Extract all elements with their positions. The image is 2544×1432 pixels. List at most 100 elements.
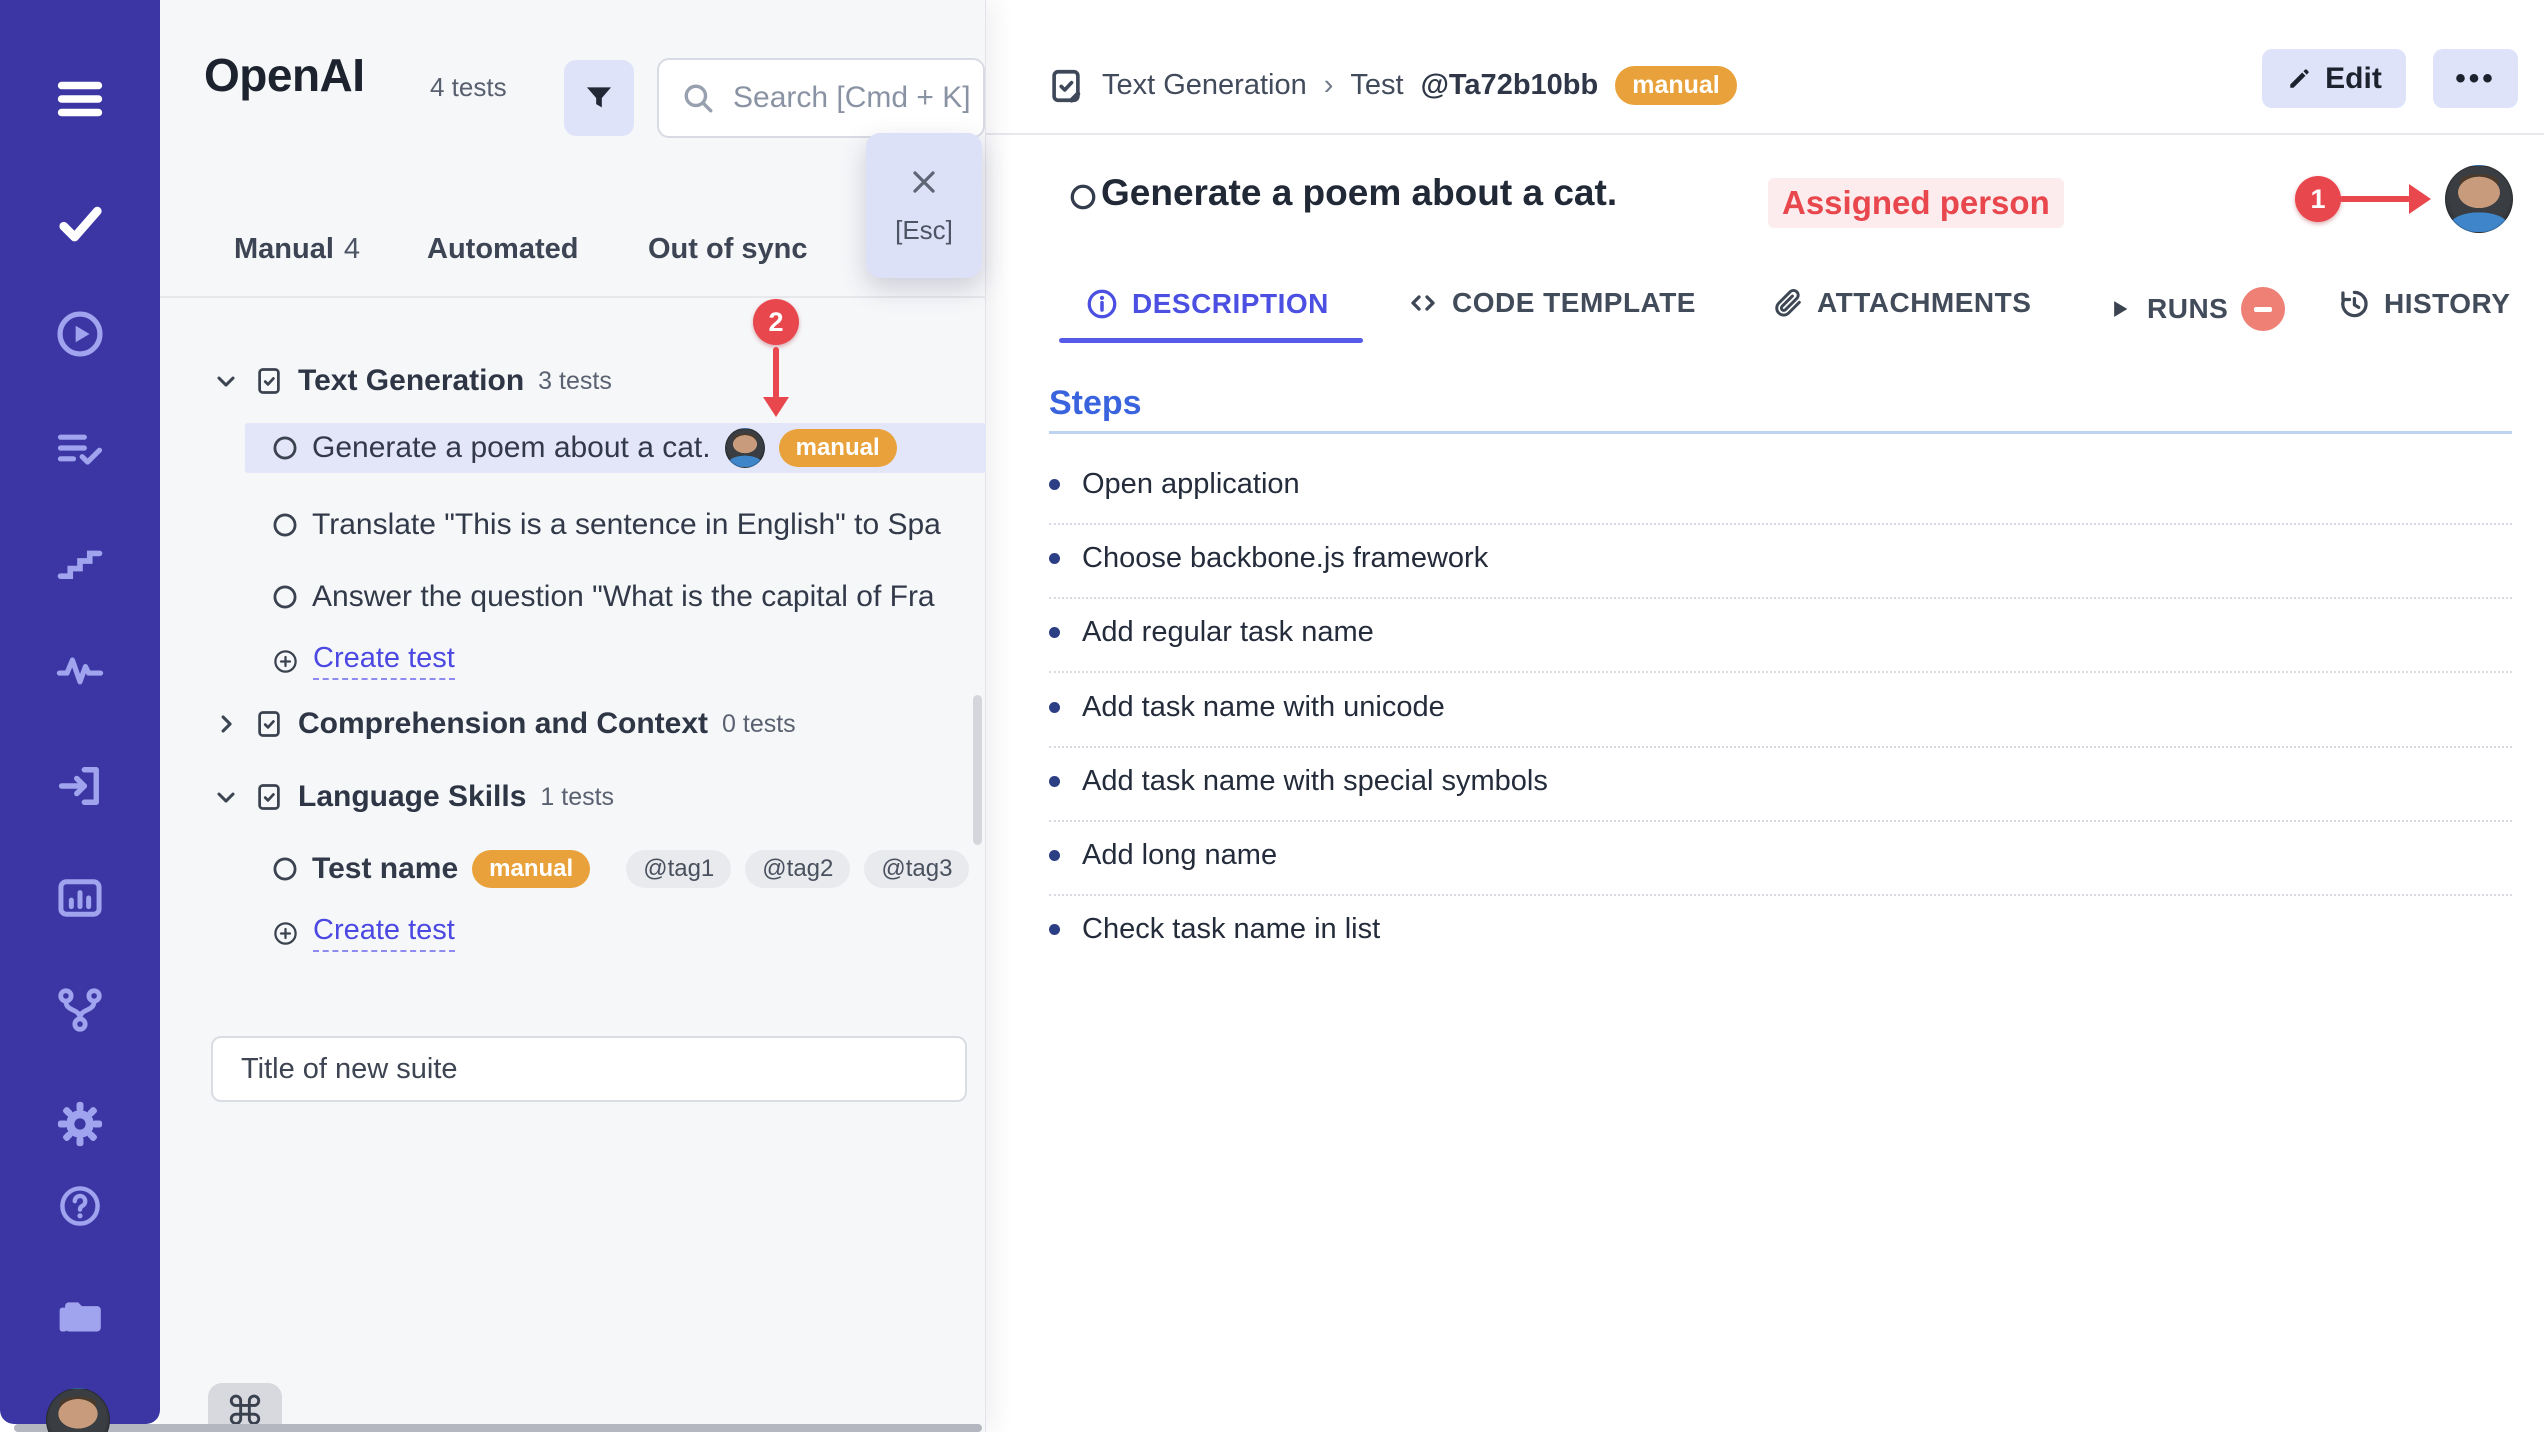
play-icon xyxy=(2106,295,2134,323)
step-bullet-icon xyxy=(1049,776,1060,787)
chevron-down-icon[interactable] xyxy=(212,783,240,811)
annotation-arrow-2-stem xyxy=(773,347,779,399)
edit-button[interactable]: Edit xyxy=(2262,49,2406,108)
tab-runs[interactable]: RUNS xyxy=(2106,287,2285,331)
close-search-tooltip[interactable]: [Esc] xyxy=(866,133,982,278)
breadcrumb-test-id[interactable]: @Ta72b10bb xyxy=(1421,69,1599,102)
test-row-answer[interactable]: Answer the question "What is the capital… xyxy=(272,572,986,622)
chevron-right-icon[interactable] xyxy=(212,710,240,738)
tab-out-of-sync-label: Out of sync xyxy=(648,233,808,266)
new-suite-title-input[interactable]: Title of new suite xyxy=(211,1036,967,1102)
step-separator xyxy=(1049,671,2512,673)
tests-check-icon[interactable] xyxy=(52,195,108,251)
create-test-link[interactable]: Create test xyxy=(313,914,455,952)
play-circle-icon[interactable] xyxy=(52,306,108,362)
step-text: Add long name xyxy=(1082,839,1277,872)
step-text: Add task name with special symbols xyxy=(1082,765,1548,798)
suite-doc-icon xyxy=(254,709,284,739)
annotation-marker-1: 1 xyxy=(2295,176,2341,222)
annotation-arrow-1-stem xyxy=(2339,196,2411,202)
more-options-button[interactable]: ••• xyxy=(2433,49,2518,108)
steps-heading: Steps xyxy=(1049,384,1142,423)
tab-out-of-sync[interactable]: Out of sync xyxy=(648,233,808,266)
step-bullet-icon xyxy=(1049,702,1060,713)
tab-attachments[interactable]: ATTACHMENTS xyxy=(1772,287,2031,319)
breadcrumb-separator: › xyxy=(1324,69,1334,102)
folder-icon[interactable] xyxy=(52,1287,108,1343)
assigned-person-annotation: Assigned person xyxy=(1768,178,2064,228)
annotation-marker-2: 2 xyxy=(753,299,799,345)
help-icon[interactable] xyxy=(52,1178,108,1234)
test-row-translate[interactable]: Translate "This is a sentence in English… xyxy=(272,500,986,550)
search-placeholder: Search [Cmd + K] xyxy=(733,81,971,115)
step-text: Add task name with unicode xyxy=(1082,691,1445,724)
breadcrumb: Text Generation › Test @Ta72b10bb manual xyxy=(1047,66,1737,105)
info-icon xyxy=(1085,287,1119,321)
tag-pill[interactable]: @tag2 xyxy=(745,850,850,888)
suite-doc-icon xyxy=(254,366,284,396)
filter-button[interactable] xyxy=(564,60,634,136)
breadcrumb-suite[interactable]: Text Generation xyxy=(1102,69,1307,102)
annotation-arrow-2-head xyxy=(763,397,789,417)
filter-funnel-icon xyxy=(582,81,616,115)
search-input[interactable]: Search [Cmd + K] xyxy=(657,58,985,138)
step-item[interactable]: Add long name xyxy=(1049,839,1277,872)
breadcrumb-test-label: Test xyxy=(1350,69,1403,102)
sign-in-icon[interactable] xyxy=(52,758,108,814)
menu-icon[interactable] xyxy=(52,71,108,127)
settings-gear-icon[interactable] xyxy=(52,1096,108,1152)
tab-history[interactable]: HISTORY xyxy=(2337,287,2510,321)
activity-pulse-icon[interactable] xyxy=(52,644,108,700)
step-item[interactable]: Add regular task name xyxy=(1049,616,1374,649)
project-title: OpenAI xyxy=(204,48,365,102)
tag-pill[interactable]: @tag1 xyxy=(626,850,731,888)
tab-manual[interactable]: Manual 4 xyxy=(234,233,360,266)
sidebar xyxy=(0,0,160,1424)
test-status-circle-icon xyxy=(272,512,298,538)
tabs-divider xyxy=(160,296,986,298)
step-item[interactable]: Choose backbone.js framework xyxy=(1049,542,1488,575)
test-row-test-name[interactable]: Test name manual @tag1 @tag2 @tag3 xyxy=(272,844,969,894)
test-row-generate-poem[interactable]: Generate a poem about a cat. manual xyxy=(245,423,986,473)
test-label: Generate a poem about a cat. xyxy=(312,431,711,465)
list-check-icon[interactable] xyxy=(52,420,108,476)
sidebar-user-avatar[interactable] xyxy=(46,1388,110,1432)
suite-label: Comprehension and Context xyxy=(298,707,708,741)
tab-code-template[interactable]: CODE TEMPLATE xyxy=(1407,287,1696,319)
code-icon xyxy=(1407,287,1439,319)
test-label: Translate "This is a sentence in English… xyxy=(312,508,941,542)
assignee-avatar[interactable] xyxy=(725,428,765,468)
bar-chart-icon[interactable] xyxy=(52,870,108,926)
manual-badge: manual xyxy=(472,850,590,888)
suite-count: 3 tests xyxy=(538,367,612,396)
step-separator xyxy=(1049,597,2512,599)
tab-history-label: HISTORY xyxy=(2384,288,2510,320)
step-item[interactable]: Check task name in list xyxy=(1049,913,1380,946)
suite-label: Language Skills xyxy=(298,780,526,814)
chevron-down-icon[interactable] xyxy=(212,367,240,395)
step-item[interactable]: Add task name with unicode xyxy=(1049,691,1445,724)
new-suite-placeholder: Title of new suite xyxy=(241,1053,458,1086)
tag-pill[interactable]: @tag3 xyxy=(864,850,969,888)
create-test-row[interactable]: Create test xyxy=(272,908,455,958)
manual-badge: manual xyxy=(1615,66,1737,105)
step-separator xyxy=(1049,894,2512,896)
step-item[interactable]: Add task name with special symbols xyxy=(1049,765,1548,798)
create-test-link[interactable]: Create test xyxy=(313,642,455,680)
tab-automated[interactable]: Automated xyxy=(427,233,578,266)
horizontal-scrollbar[interactable] xyxy=(14,1424,982,1432)
suite-doc-icon xyxy=(254,782,284,812)
create-test-row[interactable]: Create test xyxy=(272,636,455,686)
panel-vertical-scrollbar[interactable] xyxy=(973,695,982,845)
suite-row-language-skills[interactable]: Language Skills 1 tests xyxy=(212,772,614,822)
stairs-icon[interactable] xyxy=(52,533,108,589)
tab-description[interactable]: DESCRIPTION xyxy=(1085,287,1329,321)
suite-count: 1 tests xyxy=(540,783,614,812)
suite-row-comprehension[interactable]: Comprehension and Context 0 tests xyxy=(212,699,796,749)
close-icon[interactable] xyxy=(907,165,941,199)
suite-row-text-generation[interactable]: Text Generation 3 tests xyxy=(212,356,612,406)
doc-check-icon xyxy=(1047,67,1085,105)
assignee-avatar-large[interactable] xyxy=(2445,165,2513,233)
branch-icon[interactable] xyxy=(52,982,108,1038)
step-item[interactable]: Open application xyxy=(1049,468,1300,501)
